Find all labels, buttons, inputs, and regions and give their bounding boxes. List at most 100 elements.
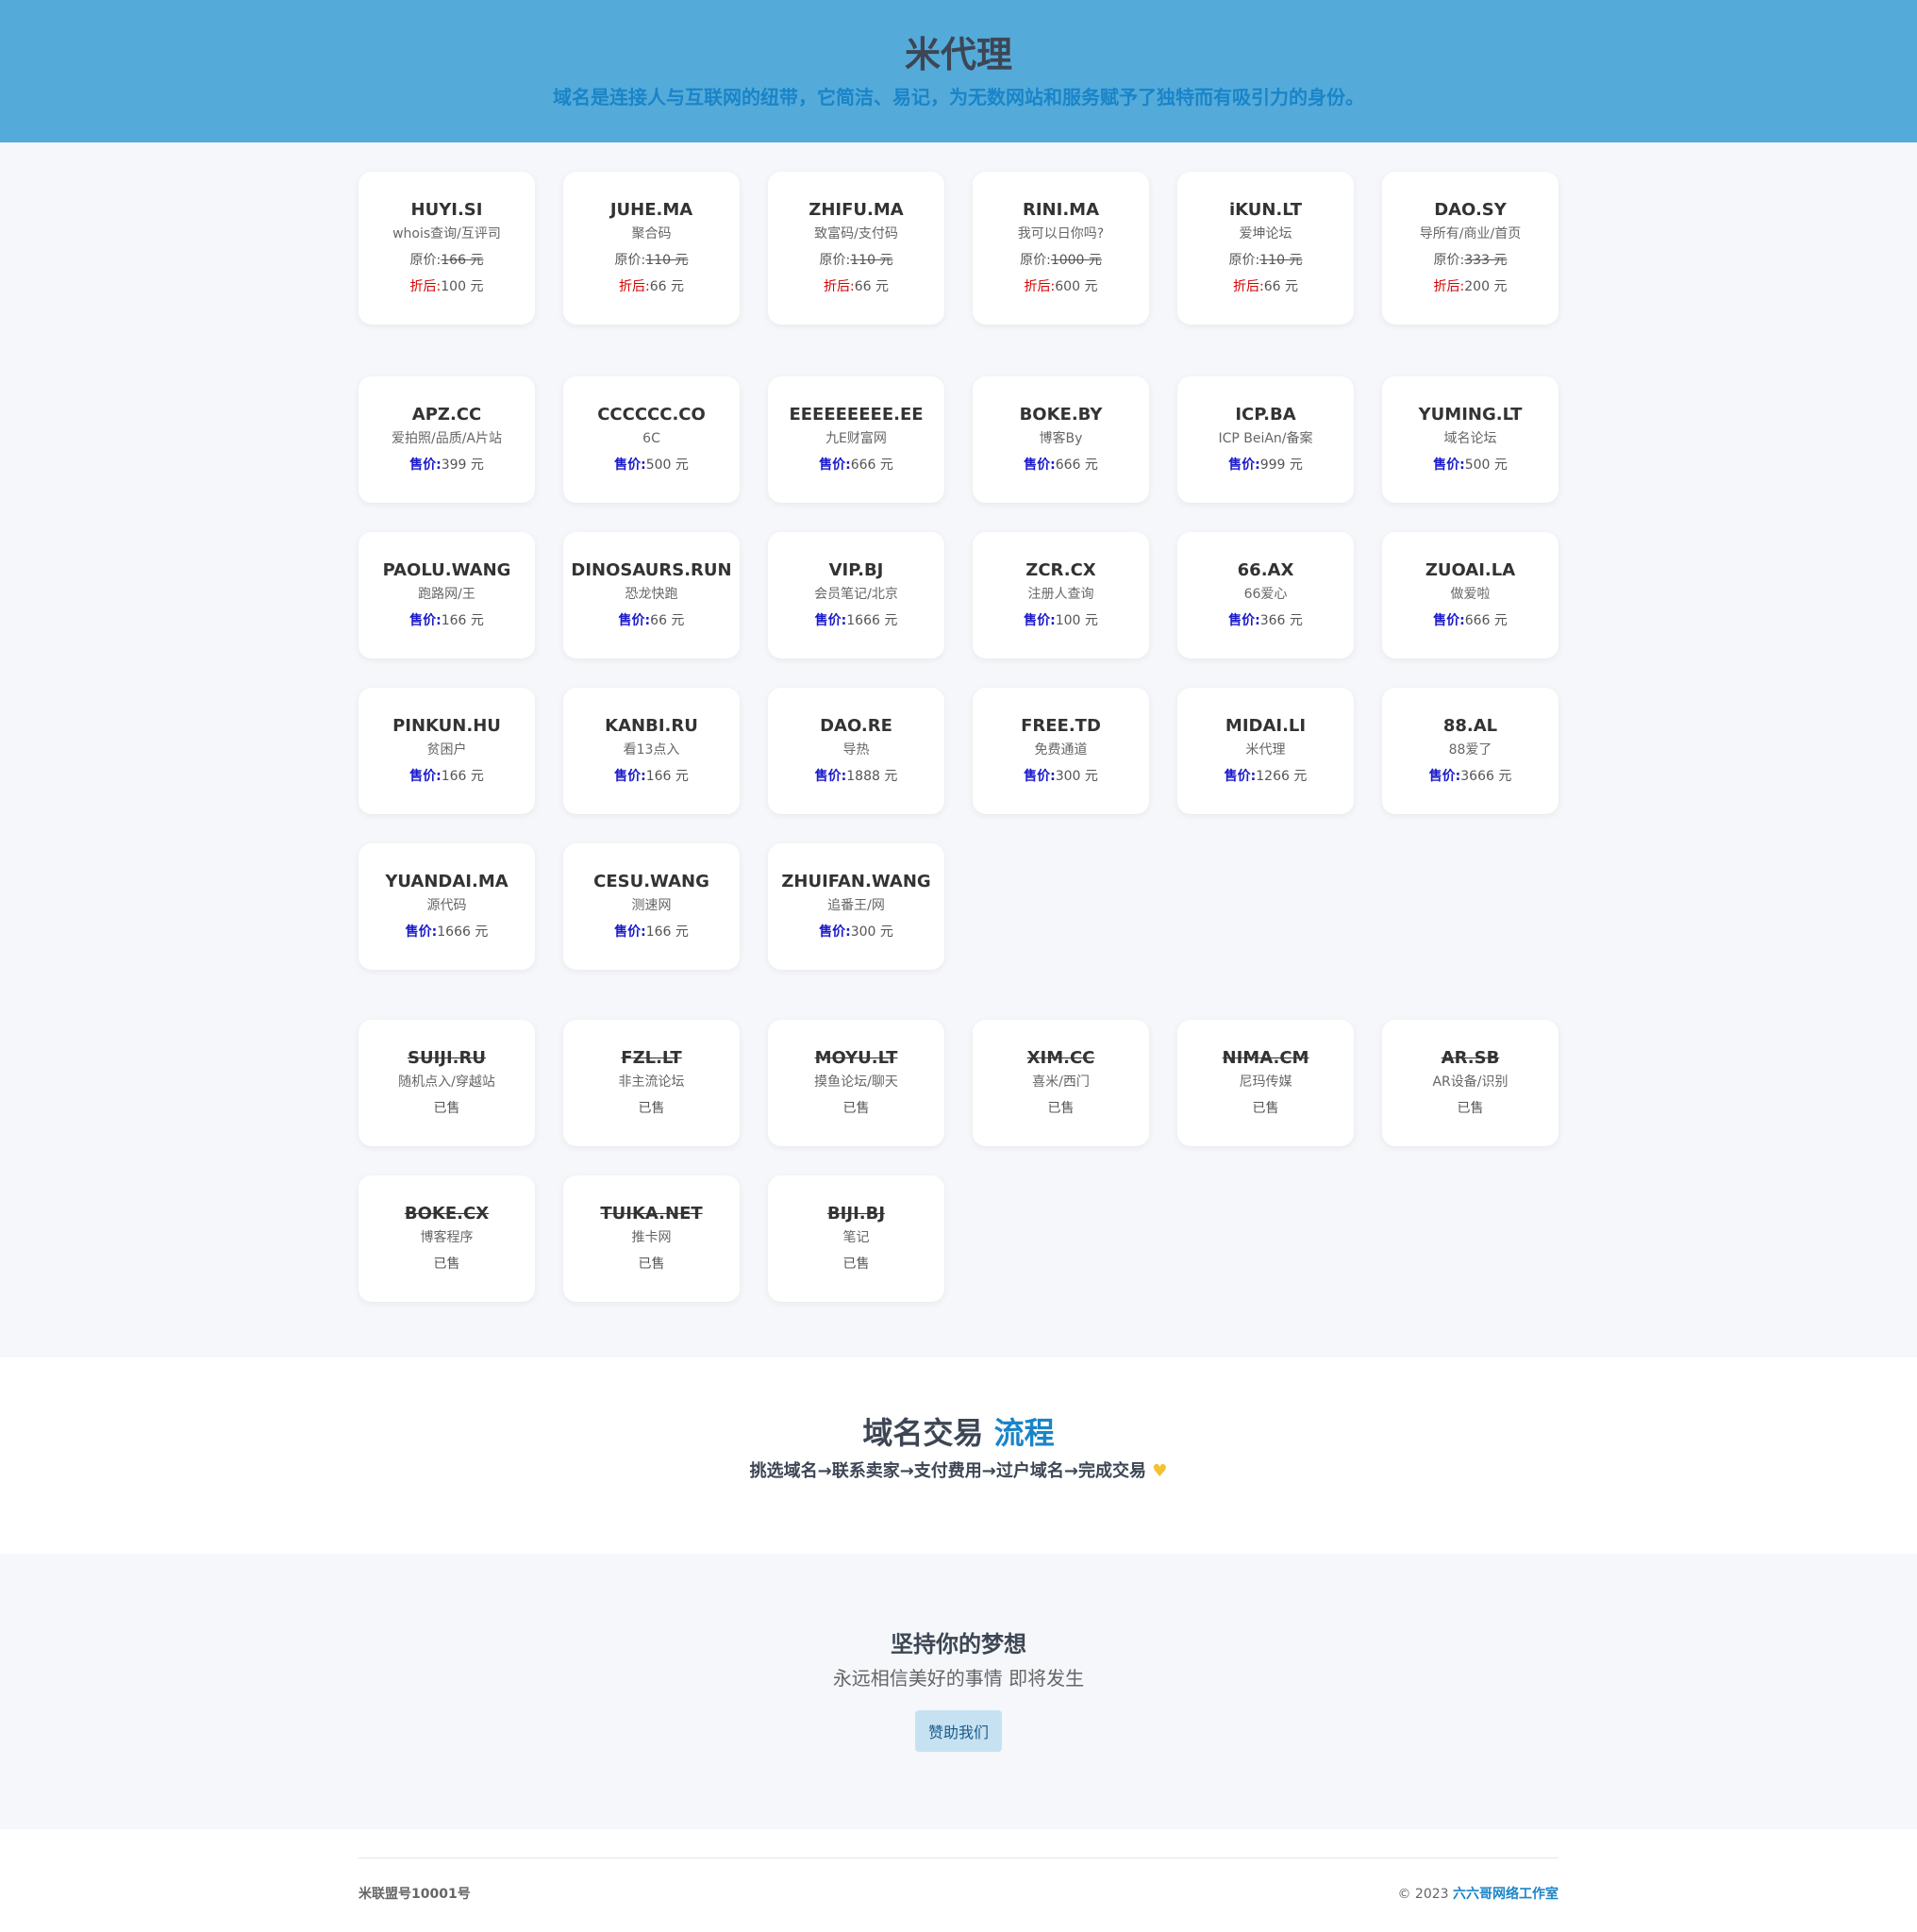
domain-card[interactable]: HUYI.SI whois查询/互评司 原价:166 元折后:100 元: [358, 172, 535, 325]
sale-price-line: 售价:166 元: [563, 767, 740, 786]
process-title-main: 域名交易: [862, 1415, 984, 1451]
currency-unit: 元: [875, 253, 893, 268]
site-title: 米代理: [904, 34, 1012, 75]
domain-card[interactable]: 66.AX 66爱心 售价:366 元: [1177, 532, 1354, 658]
discount-price-amount: 66: [1263, 279, 1281, 294]
currency-unit: 元: [671, 458, 689, 473]
sold-status: 已售: [1047, 1101, 1075, 1116]
sold-domain-card[interactable]: TUIKA.NET 推卡网 已售: [563, 1175, 740, 1302]
domain-desc: 测速网: [631, 898, 672, 913]
domain-card[interactable]: ZCR.CX 注册人查询 售价:100 元: [973, 532, 1149, 658]
domain-card[interactable]: DINOSAURS.RUN 恐龙快跑 售价:66 元: [563, 532, 740, 658]
original-price-label: 原价:: [819, 253, 851, 268]
studio-link[interactable]: 六六哥网络工作室: [1453, 1887, 1559, 1902]
domain-desc: 爱坤论坛: [1239, 226, 1292, 242]
domain-name: ZUOAI.LA: [1425, 560, 1516, 580]
original-price-line: 原价:110 元: [1177, 251, 1354, 270]
sale-price-amount: 166: [645, 769, 672, 784]
sale-price-amount: 166: [441, 613, 467, 628]
domain-desc: 做爱啦: [1450, 587, 1491, 602]
domain-name: ZHUIFAN.WANG: [781, 872, 931, 891]
domain-card[interactable]: DAO.RE 导热 售价:1888 元: [768, 688, 944, 814]
domain-desc: 随机点入/穿越站: [398, 1074, 495, 1090]
domain-card[interactable]: ZHIFU.MA 致富码/支付码 原价:110 元折后:66 元: [768, 172, 944, 325]
currency-unit: 元: [1080, 769, 1098, 784]
domain-card[interactable]: ZHUIFAN.WANG 追番王/网 售价:300 元: [768, 843, 944, 970]
discount-price-amount: 600: [1055, 279, 1080, 294]
original-price-line: 原价:333 元: [1382, 251, 1559, 270]
original-price-label: 原价:: [409, 253, 442, 268]
domain-card[interactable]: YUMING.LT 域名论坛 售价:500 元: [1382, 376, 1559, 503]
sale-price-line: 售价:366 元: [1177, 611, 1354, 630]
discount-price-label: 折后:: [824, 279, 855, 294]
domain-card[interactable]: ICP.BA ICP BeiAn/备案 售价:999 元: [1177, 376, 1354, 503]
site-footer: 米联盟号10001号 © 2023 六六哥网络工作室: [0, 1829, 1917, 1932]
sale-price-amount: 1666: [846, 613, 880, 628]
site-subtitle: 域名是连接人与互联网的纽带，它简洁、易记，为无数网站和服务赋予了独特而有吸引力的…: [553, 86, 1364, 108]
footer-icp: 米联盟号10001号: [358, 1887, 471, 1902]
domain-card[interactable]: EEEEEEEEE.EE 九E财富网 售价:666 元: [768, 376, 944, 503]
currency-unit: 元: [1280, 279, 1298, 294]
domain-card[interactable]: APZ.CC 爱拍照/品质/A片站 售价:399 元: [358, 376, 535, 503]
domain-card[interactable]: PINKUN.HU 贫困户 售价:166 元: [358, 688, 535, 814]
domain-card[interactable]: 88.AL 88爱了 售价:3666 元: [1382, 688, 1559, 814]
sold-status: 已售: [433, 1101, 460, 1116]
domain-desc: 域名论坛: [1443, 431, 1497, 446]
domain-card[interactable]: DAO.SY 导所有/商业/首页 原价:333 元折后:200 元: [1382, 172, 1559, 325]
sale-price-label: 售价:: [409, 769, 442, 784]
original-price-amount: 110: [1259, 253, 1285, 268]
domain-card[interactable]: JUHE.MA 聚合码 原价:110 元折后:66 元: [563, 172, 740, 325]
sold-domain-card[interactable]: AR.SB AR设备/识别 已售: [1382, 1020, 1559, 1146]
domain-card[interactable]: CCCCCC.CO 6C 售价:500 元: [563, 376, 740, 503]
sale-price-label: 售价:: [1433, 458, 1465, 473]
sale-price-line: 售价:500 元: [563, 456, 740, 475]
sale-price-line: 售价:1666 元: [358, 923, 535, 941]
sold-domain-card[interactable]: BOKE.CX 博客程序 已售: [358, 1175, 535, 1302]
domain-desc: 源代码: [426, 898, 467, 913]
sale-price-amount: 666: [1055, 458, 1081, 473]
domain-name: 88.AL: [1442, 716, 1498, 736]
original-price-line: 原价:110 元: [768, 251, 944, 270]
currency-unit: 元: [875, 924, 893, 940]
domain-card[interactable]: CESU.WANG 测速网 售价:166 元: [563, 843, 740, 970]
domain-card[interactable]: RINI.MA 我可以日你吗? 原价:1000 元折后:600 元: [973, 172, 1149, 325]
sale-price-amount: 500: [645, 458, 672, 473]
domain-name: EEEEEEEEE.EE: [789, 405, 924, 425]
domain-card[interactable]: ZUOAI.LA 做爱啦售价:666 元: [1382, 532, 1559, 658]
currency-unit: 元: [470, 924, 489, 940]
domain-desc: 喜米/西门: [1032, 1074, 1090, 1090]
discount-price-line: 折后:66 元: [1177, 277, 1354, 296]
discount-price-label: 折后:: [1433, 279, 1465, 294]
domain-desc: 导所有/商业/首页: [1419, 226, 1522, 242]
original-price-amount: 1000: [1050, 253, 1085, 268]
sold-domain-card[interactable]: SUIJI.RU 随机点入/穿越站 已售: [358, 1020, 535, 1146]
sale-price-line: 售价:666 元: [1382, 611, 1559, 630]
sold-domain-card[interactable]: XIM.CC 喜米/西门 已售: [973, 1020, 1149, 1146]
sold-domain-card[interactable]: BIJI.BJ 笔记 已售: [768, 1175, 944, 1302]
domain-desc: 爱拍照/品质/A片站: [391, 431, 502, 446]
sale-price-label: 售价:: [1228, 613, 1260, 628]
domain-card[interactable]: MIDAI.LI 米代理 售价:1266 元: [1177, 688, 1354, 814]
domain-desc: 会员笔记/北京: [814, 587, 898, 602]
domain-card[interactable]: BOKE.BY 博客By 售价:666 元: [973, 376, 1149, 503]
sold-status: 已售: [842, 1257, 870, 1272]
sold-domain-card[interactable]: NIMA.CM 尼玛传媒 已售: [1177, 1020, 1354, 1146]
sold-domain-card[interactable]: FZL.LT 非主流论坛 已售: [563, 1020, 740, 1146]
domain-desc: 致富码/支付码: [814, 226, 898, 242]
domain-desc: 笔记: [842, 1230, 870, 1245]
domain-card[interactable]: KANBI.RU 看13点入 售价:166 元: [563, 688, 740, 814]
sold-domain-card[interactable]: MOYU.LT 摸鱼论坛/聊天 已售: [768, 1020, 944, 1146]
domain-card[interactable]: iKUN.LT 爱坤论坛 原价:110 元折后:66 元: [1177, 172, 1354, 325]
sale-price-amount: 666: [1464, 613, 1491, 628]
domain-name: MOYU.LT: [814, 1048, 898, 1068]
domain-card[interactable]: PAOLU.WANG 跑路网/王 售价:166 元: [358, 532, 535, 658]
domain-card[interactable]: YUANDAI.MA 源代码 售价:1666 元: [358, 843, 535, 970]
sale-price-label: 售价:: [614, 458, 646, 473]
discount-price-label: 折后:: [1024, 279, 1056, 294]
domain-card[interactable]: FREE.TD 免费通道 售价:300 元: [973, 688, 1149, 814]
domain-card[interactable]: VIP.BJ 会员笔记/北京 售价:1666 元: [768, 532, 944, 658]
sold-status: 已售: [842, 1101, 870, 1116]
domain-name: FZL.LT: [621, 1048, 682, 1068]
domain-desc: 恐龙快跑: [625, 587, 678, 602]
sponsor-button[interactable]: 赞助我们: [914, 1710, 1002, 1752]
